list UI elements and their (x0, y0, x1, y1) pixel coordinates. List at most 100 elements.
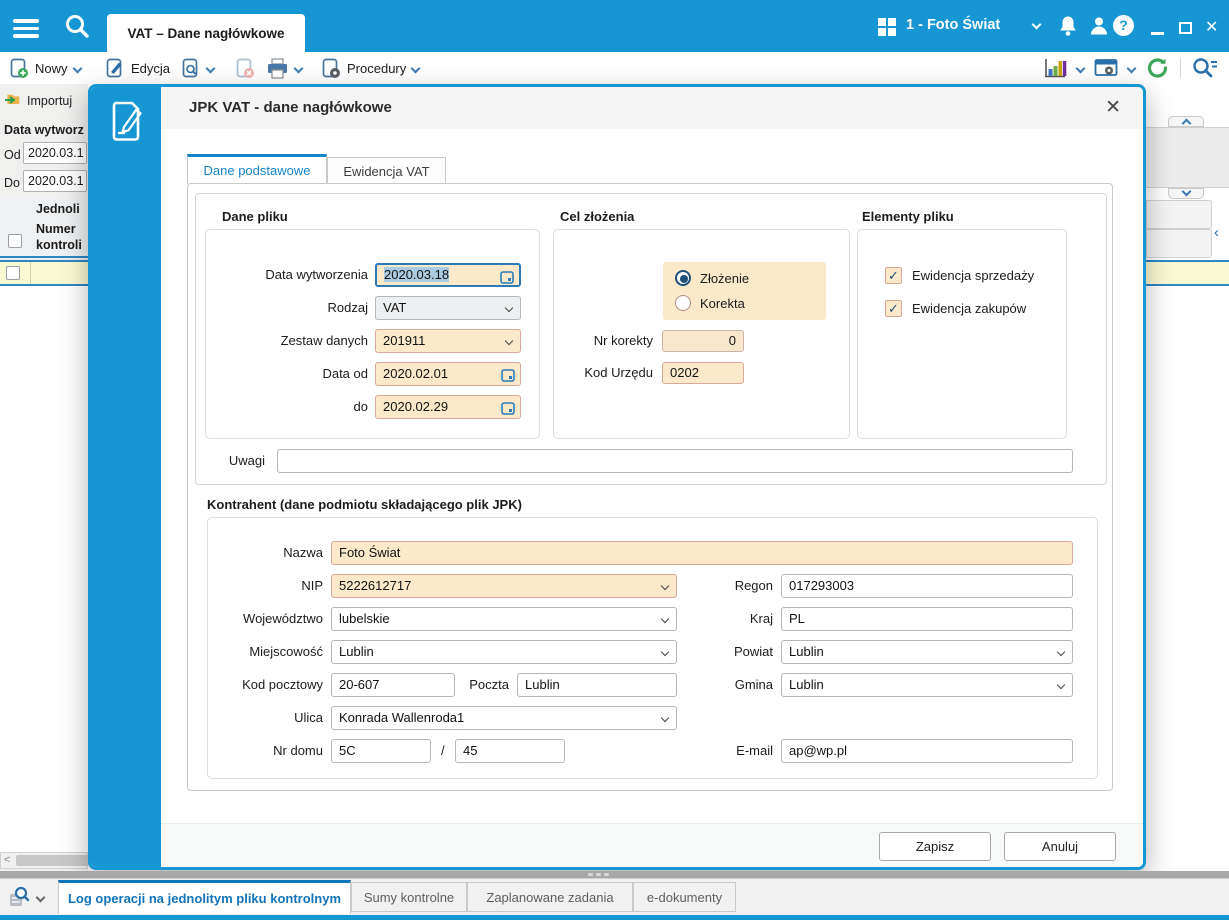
log-view-button[interactable] (8, 886, 46, 908)
radio-korekta[interactable]: Korekta (675, 295, 745, 311)
tab-ewidencja-vat[interactable]: Ewidencja VAT (327, 157, 446, 184)
collapse-down-tab[interactable] (1168, 186, 1204, 199)
column-header-jednolity[interactable]: Jednoli (36, 202, 80, 216)
bottom-tab-label: e-dokumenty (646, 889, 723, 905)
help-icon[interactable]: ? (1113, 15, 1134, 36)
select-all-checkbox[interactable] (8, 234, 22, 248)
poczta-input[interactable]: Lublin (517, 673, 677, 697)
search-icon[interactable] (63, 12, 91, 40)
nr-domu-input[interactable]: 5C (331, 739, 431, 763)
kraj-input[interactable]: PL (781, 607, 1073, 631)
rodzaj-select[interactable]: VAT (375, 296, 521, 320)
radio-zlozenie[interactable]: Złożenie (675, 270, 749, 286)
procedures-chevron-icon[interactable] (410, 63, 421, 73)
new-chevron-icon[interactable] (72, 63, 82, 73)
window-settings-chevron-icon[interactable] (1126, 63, 1137, 73)
dialog-close-icon[interactable]: ✕ (1105, 98, 1121, 117)
row-checkbox[interactable] (6, 266, 20, 280)
close-window-button[interactable]: ✕ (1205, 17, 1218, 37)
calendar-icon[interactable] (500, 270, 514, 284)
document-delete-icon (236, 58, 254, 78)
checkbox-ewidencja-sprzedazy[interactable]: ✓ Ewidencja sprzedaży (885, 267, 1034, 284)
nr-lokalu-input[interactable]: 45 (455, 739, 565, 763)
tab-vat-dane-naglowkowe[interactable]: VAT – Dane nagłówkowe (107, 14, 305, 52)
ulica-select[interactable]: Konrada Wallenroda1 (331, 706, 677, 730)
company-chevron-down-icon[interactable] (1031, 19, 1042, 30)
locator-search-icon[interactable] (1191, 56, 1219, 80)
selected-grid-row-right[interactable] (1146, 260, 1229, 286)
chart-chevron-icon[interactable] (1075, 63, 1086, 73)
panel-splitter[interactable] (0, 871, 1229, 878)
new-label: Nowy (35, 60, 68, 76)
scroll-left-arrow-icon[interactable]: < (4, 854, 10, 866)
application-window: VAT – Dane nagłówkowe 1 - Foto Świat ? ✕… (0, 0, 1229, 920)
bottom-tab-label: Log operacji na jednolitym pliku kontrol… (67, 891, 342, 906)
menu-hamburger-icon[interactable] (13, 15, 39, 42)
gmina-select[interactable]: Lublin (781, 673, 1073, 697)
column-header-numer[interactable]: Numer (36, 222, 76, 236)
print-chevron-icon[interactable] (293, 63, 304, 73)
collapse-left-arrow-icon[interactable]: ‹ (1214, 224, 1219, 241)
nr-korekty-input[interactable]: 0 (662, 330, 744, 352)
date-from-input[interactable]: 2020.03.1 (23, 142, 87, 164)
data-od-input[interactable]: 2020.02.01 (375, 362, 521, 386)
checkbox-ewidencja-zakupow[interactable]: ✓ Ewidencja zakupów (885, 300, 1026, 317)
bottom-tab-e-dokumenty[interactable]: e-dokumenty (633, 882, 736, 912)
cancel-button[interactable]: Anuluj (1004, 832, 1116, 861)
calendar-icon[interactable] (501, 401, 515, 415)
import-label: Importuj (27, 93, 73, 108)
view-button[interactable] (182, 52, 216, 84)
uwagi-input[interactable] (277, 449, 1073, 473)
bottom-tab-zaplanowane-zadania[interactable]: Zaplanowane zadania (467, 882, 633, 912)
kod-urzedu-input[interactable]: 0202 (662, 362, 744, 384)
calendar-icon[interactable] (501, 368, 515, 382)
tab-dane-podstawowe[interactable]: Dane podstawowe (187, 154, 327, 184)
data-wytworzenia-input[interactable]: 2020.03.18 (375, 263, 521, 287)
apps-grid-icon[interactable] (877, 17, 897, 37)
log-chevron-icon[interactable] (35, 892, 46, 902)
collapse-up-tab[interactable] (1168, 116, 1204, 129)
miejscowosc-select[interactable]: Lublin (331, 640, 677, 664)
label-powiat: Powiat (733, 644, 773, 659)
toolbar: Nowy Edycja Procedury (0, 52, 1229, 84)
print-button[interactable] (266, 52, 304, 84)
powiat-select[interactable]: Lublin (781, 640, 1073, 664)
minimize-button[interactable] (1151, 32, 1164, 35)
regon-input[interactable]: 017293003 (781, 574, 1073, 598)
view-chevron-icon[interactable] (205, 63, 216, 73)
title-bar: VAT – Dane nagłówkowe 1 - Foto Świat ? ✕ (0, 0, 1229, 52)
kod-pocztowy-input[interactable]: 20-607 (331, 673, 455, 697)
bottom-tab-log-operacji[interactable]: Log operacji na jednolitym pliku kontrol… (58, 880, 351, 914)
email-input[interactable]: ap@wp.pl (781, 739, 1073, 763)
selected-grid-row[interactable] (0, 260, 88, 286)
kod-pocztowy-value: 20-607 (339, 677, 380, 692)
horizontal-scrollbar[interactable]: < (0, 852, 89, 869)
procedures-button[interactable]: Procedury (322, 52, 421, 84)
data-do-value: 2020.02.29 (383, 399, 449, 414)
bottom-tab-sumy-kontrolne[interactable]: Sumy kontrolne (351, 882, 467, 912)
log-magnifier-icon (10, 886, 30, 906)
data-do-input[interactable]: 2020.02.29 (375, 395, 521, 419)
notifications-bell-icon[interactable] (1057, 14, 1079, 38)
wojewodztwo-select[interactable]: lubelskie (331, 607, 677, 631)
company-selector-label[interactable]: 1 - Foto Świat (906, 17, 1000, 33)
refresh-icon[interactable] (1145, 56, 1170, 80)
window-settings-icon[interactable] (1094, 58, 1118, 78)
column-header-kontrolny[interactable]: kontroli (36, 238, 82, 252)
nazwa-input[interactable]: Foto Świat (331, 541, 1073, 565)
user-icon[interactable] (1088, 14, 1110, 38)
nip-value: 5222612717 (339, 578, 412, 593)
maximize-button[interactable] (1179, 22, 1192, 34)
save-button[interactable]: Zapisz (879, 832, 991, 861)
import-button[interactable]: Importuj (4, 93, 72, 108)
jpk-vat-dialog: JPK VAT - dane nagłówkowe ✕ Dane podstaw… (88, 84, 1146, 870)
delete-button[interactable] (236, 52, 255, 84)
scrollbar-thumb[interactable] (16, 855, 89, 866)
chart-icon[interactable] (1043, 57, 1067, 79)
grid-body (0, 286, 88, 852)
nip-select[interactable]: 5222612717 (331, 574, 677, 598)
date-to-input[interactable]: 2020.03.1 (23, 170, 87, 192)
zestaw-danych-select[interactable]: 201911 (375, 329, 521, 353)
new-button[interactable]: Nowy (10, 52, 82, 84)
edit-button[interactable]: Edycja (106, 52, 170, 84)
